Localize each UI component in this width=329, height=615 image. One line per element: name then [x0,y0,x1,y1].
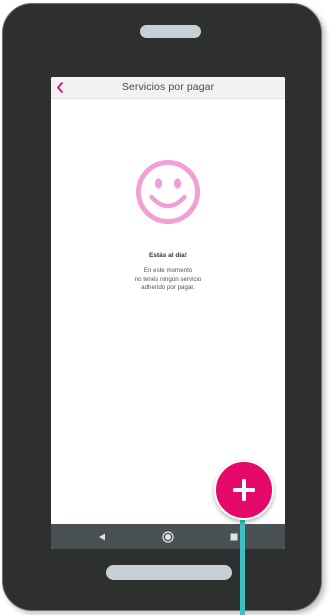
phone-speaker [140,25,201,38]
page: Servicios por pagar Estás al día! En est… [0,0,329,615]
empty-state-line: En este momento [143,267,193,274]
add-service-button[interactable] [214,460,274,520]
page-title: Servicios por pagar [121,81,215,93]
phone-home-pill [106,565,232,580]
plus-icon [233,479,255,501]
empty-state-message: En este momento no tenés ningún servicio… [51,267,285,293]
android-nav-bar [51,524,285,549]
callout-connector-line [240,515,245,615]
smiley-icon [136,160,200,224]
app-bar: Servicios por pagar [51,77,285,99]
back-triangle-icon[interactable] [94,529,110,545]
empty-state-title: Estás al día! [149,252,187,259]
empty-state-line: no tenés ningún servicio [134,275,202,283]
home-circle-icon[interactable] [160,529,176,545]
empty-state-line: adherido por pagar. [141,284,195,292]
